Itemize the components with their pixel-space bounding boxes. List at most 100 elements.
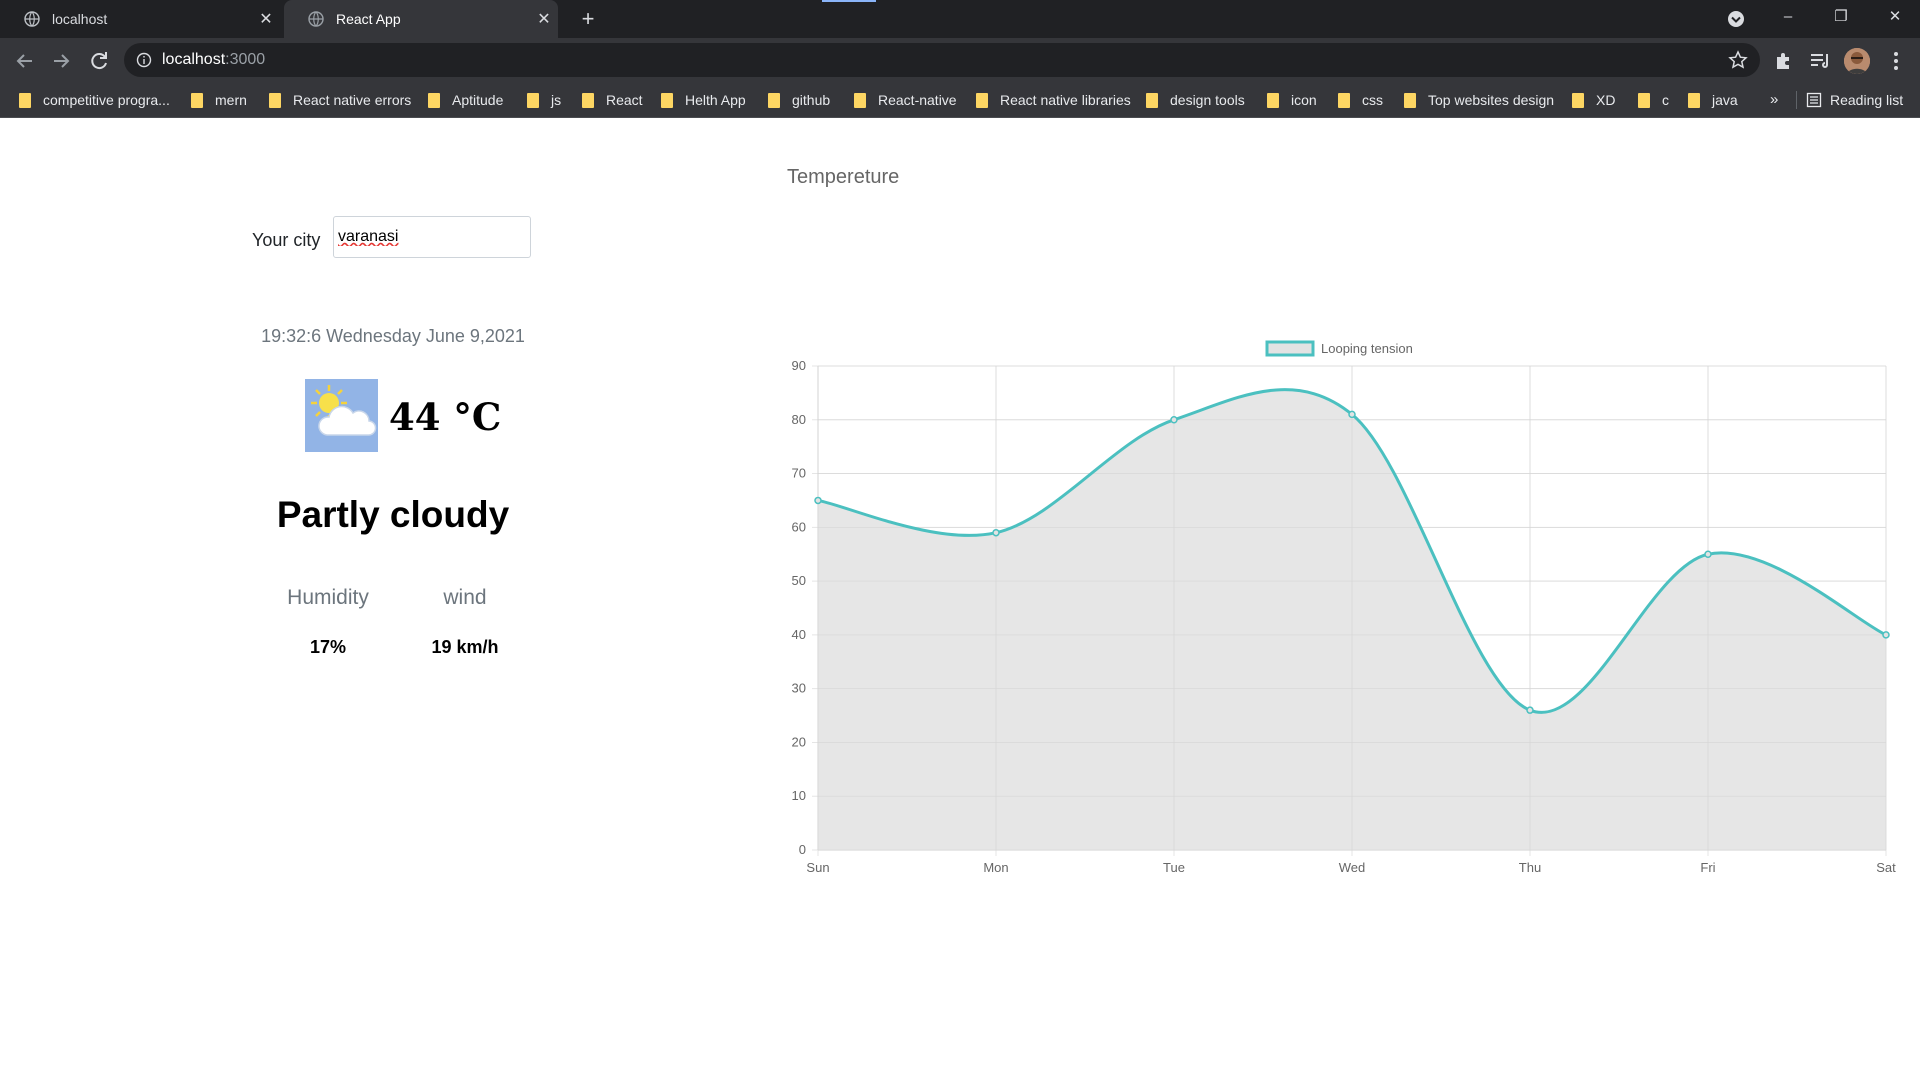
info-icon[interactable]: [136, 52, 152, 68]
x-tick-label: Wed: [1339, 860, 1366, 875]
wind-value: 19 km/h: [431, 637, 499, 657]
x-tick-label: Thu: [1519, 860, 1541, 875]
bookmarks-bar: competitive progra... mern React native …: [0, 83, 1920, 118]
bookmark-folder[interactable]: Aptitude: [428, 83, 503, 117]
data-point: [1526, 706, 1534, 714]
bookmark-folder[interactable]: XD: [1572, 83, 1615, 117]
bookmark-folder[interactable]: Helth App: [661, 83, 746, 117]
humidity-label: Humidity: [287, 586, 369, 609]
minimize-button[interactable]: –: [1765, 0, 1811, 38]
profile-photo-icon: [1844, 48, 1870, 74]
x-tick-label: Tue: [1163, 860, 1185, 875]
bookmark-folder[interactable]: css: [1338, 83, 1383, 117]
reading-list-button[interactable]: Reading list: [1806, 83, 1903, 117]
reload-icon[interactable]: [86, 48, 112, 74]
restore-button[interactable]: ❐: [1818, 0, 1864, 38]
profile-avatar[interactable]: [1844, 48, 1870, 74]
bookmark-folder[interactable]: c: [1638, 83, 1669, 117]
y-tick-label: 60: [792, 519, 806, 534]
url-text: localhost:3000: [162, 51, 265, 69]
bookmark-folder[interactable]: React-native: [854, 83, 957, 117]
bookmark-folder[interactable]: mern: [191, 83, 247, 117]
tab-search-icon[interactable]: [1726, 9, 1746, 29]
bookmark-label: Top websites design: [1428, 92, 1555, 108]
folder-icon: [854, 92, 866, 108]
x-tick-label: Sat: [1876, 860, 1896, 875]
folder-icon: [1404, 92, 1416, 108]
bookmark-folder[interactable]: design tools: [1146, 83, 1245, 117]
more-menu-icon[interactable]: [1884, 49, 1908, 73]
close-tab-icon[interactable]: ✕: [530, 9, 558, 29]
bookmark-label: design tools: [1170, 92, 1245, 108]
weather-condition: Partly cloudy: [276, 494, 510, 535]
tab-localhost[interactable]: localhost ✕: [0, 0, 280, 38]
bookmark-label: mern: [215, 92, 247, 108]
y-tick-label: 90: [792, 358, 806, 373]
bookmarks-overflow-button[interactable]: »: [1770, 83, 1778, 117]
bookmark-folder[interactable]: github: [768, 83, 830, 117]
chart-title: Tempereture: [787, 166, 900, 188]
close-tab-icon[interactable]: ✕: [252, 9, 280, 29]
media-control-icon[interactable]: [1808, 49, 1832, 73]
data-point: [1704, 550, 1712, 558]
data-point: [1348, 410, 1356, 419]
y-tick-label: 0: [799, 842, 806, 857]
extensions-icon[interactable]: [1772, 49, 1796, 73]
globe-icon: [24, 11, 40, 27]
folder-icon: [1267, 92, 1279, 108]
bookmark-label: competitive progra...: [43, 92, 170, 108]
bookmark-label: React: [606, 92, 643, 108]
legend-label: Looping tension: [1321, 341, 1413, 356]
data-point: [992, 528, 1000, 537]
bookmark-folder[interactable]: React native libraries: [976, 83, 1131, 117]
bookmark-label: js: [551, 92, 562, 108]
bookmark-label: java: [1712, 92, 1738, 108]
new-tab-button[interactable]: +: [574, 6, 602, 32]
bookmark-folder[interactable]: competitive progra...: [19, 83, 170, 117]
bookmark-label: XD: [1596, 92, 1616, 108]
tab-react-app[interactable]: React App ✕: [284, 0, 558, 38]
accent-line: [822, 0, 876, 2]
bookmark-folder[interactable]: js: [527, 83, 561, 117]
partly-cloudy-icon: [305, 379, 378, 452]
folder-icon: [661, 92, 673, 108]
folder-icon: [1688, 92, 1700, 108]
bookmark-folder[interactable]: java: [1688, 83, 1738, 117]
x-tick-label: Sun: [806, 860, 829, 875]
address-bar[interactable]: localhost:3000: [124, 43, 1760, 77]
legend-swatch: [1265, 340, 1315, 357]
folder-icon: [768, 92, 780, 108]
city-input[interactable]: [333, 216, 531, 258]
folder-icon: [191, 92, 203, 108]
folder-icon: [527, 92, 539, 108]
folder-icon: [19, 92, 31, 108]
temperature-value: 44 °C: [389, 395, 502, 439]
bookmark-label: github: [792, 92, 831, 108]
reading-list-label: Reading list: [1830, 92, 1904, 108]
bookmark-folder[interactable]: React native errors: [269, 83, 411, 117]
bookmark-label: React native errors: [293, 92, 412, 108]
bookmark-label: React-native: [878, 92, 957, 108]
folder-icon: [1572, 92, 1584, 108]
browser-toolbar: localhost:3000: [0, 38, 1920, 83]
bookmarks-divider: [1796, 91, 1797, 109]
y-tick-label: 80: [792, 412, 806, 427]
bookmark-star-icon[interactable]: [1728, 50, 1748, 70]
url-host: localhost: [162, 51, 226, 68]
y-tick-label: 20: [792, 734, 806, 749]
back-arrow-icon[interactable]: [12, 48, 38, 74]
forward-arrow-icon[interactable]: [48, 48, 74, 74]
data-point: [1882, 631, 1890, 639]
y-tick-label: 40: [792, 627, 806, 642]
folder-icon: [1146, 92, 1158, 108]
city-label: Your city: [252, 230, 321, 250]
bookmark-folder[interactable]: icon: [1267, 83, 1317, 117]
bookmark-folder[interactable]: Top websites design: [1404, 83, 1554, 117]
bookmark-label: c: [1662, 92, 1669, 108]
x-tick-label: Fri: [1700, 860, 1715, 875]
bookmark-folder[interactable]: React: [582, 83, 643, 117]
close-window-button[interactable]: ✕: [1872, 0, 1918, 38]
folder-icon: [976, 92, 988, 108]
reading-list-icon: [1806, 92, 1822, 108]
folder-icon: [269, 92, 281, 108]
